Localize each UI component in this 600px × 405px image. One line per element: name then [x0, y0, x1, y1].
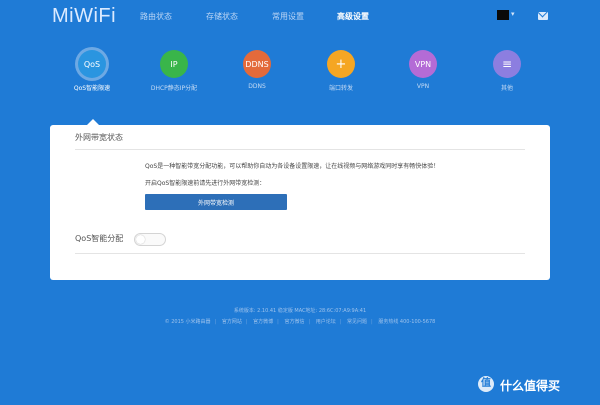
qos-icon: QoS — [78, 50, 106, 78]
tool-label: 其他 — [500, 85, 513, 92]
nav-tab-router-status[interactable]: 路由状态 — [140, 11, 172, 22]
nav-tab-advanced-settings[interactable]: 高级设置 — [337, 11, 369, 22]
toggle-knob — [136, 235, 145, 244]
qos-panel: 外网带宽状态 QoS是一种智能带宽分配功能，可以帮助你自动为各设备设置限速，让在… — [50, 125, 550, 280]
tool-vpn[interactable]: VPN VPN — [383, 50, 463, 96]
footer-link-wechat[interactable]: 官方微信 — [284, 319, 304, 325]
ddns-icon: DDNS — [243, 50, 271, 78]
tool-label: VPN — [416, 83, 430, 90]
port-forward-icon: + — [327, 50, 355, 78]
brand-logo[interactable]: MiWiFi — [52, 5, 116, 28]
qos-instruction: 开启QoS智能限速前请先进行外网带宽检测： — [145, 180, 266, 187]
qos-description: QoS是一种智能带宽分配功能，可以帮助你自动为各设备设置限速，让在线视频与网络游… — [145, 163, 440, 170]
tool-other[interactable]: ≡ 其他 — [467, 50, 547, 96]
tool-qos[interactable]: QoS QoS智能限速 — [52, 50, 132, 96]
ip-icon: IP — [160, 50, 188, 78]
bandwidth-test-button[interactable]: 外网带宽检测 — [145, 194, 287, 210]
service-hotline: 服务热线 400-100-5678 — [378, 319, 436, 325]
tool-label: DDNS — [248, 83, 266, 90]
tool-label: QoS智能限速 — [73, 85, 111, 92]
qos-toggle-label: QoS智能分配 — [75, 234, 124, 243]
watermark-text: 什么值得买 — [500, 379, 561, 393]
user-avatar[interactable] — [497, 10, 509, 20]
tool-port-forward[interactable]: + 端口转发 — [301, 50, 381, 96]
chevron-down-icon[interactable]: ▾ — [511, 10, 515, 18]
copyright: © 2015 小米路由器 — [164, 319, 211, 325]
divider — [75, 253, 525, 254]
footer-link-official-site[interactable]: 官方网站 — [222, 319, 242, 325]
qos-toggle[interactable] — [134, 233, 166, 246]
mail-icon[interactable] — [538, 12, 548, 20]
tool-dhcp-static-ip[interactable]: IP DHCP静态IP分配 — [134, 50, 214, 96]
tool-label: DHCP静态IP分配 — [150, 85, 198, 92]
footer-link-faq[interactable]: 常见问题 — [347, 319, 367, 325]
section-title: 外网带宽状态 — [75, 133, 123, 142]
footer-links: © 2015 小米路由器 | 官方网站 | 官方微博 | 官方微信 | 用户论坛 | 常见… — [164, 319, 436, 325]
footer-link-weibo[interactable]: 官方微博 — [253, 319, 273, 325]
top-bar: MiWiFi 路由状态 存储状态 常用设置 高级设置 ▾ — [0, 0, 600, 34]
nav-tab-common-settings[interactable]: 常用设置 — [272, 11, 304, 22]
footer-link-forum[interactable]: 用户论坛 — [316, 319, 336, 325]
nav-tab-storage-status[interactable]: 存储状态 — [206, 11, 238, 22]
tool-ddns[interactable]: DDNS DDNS — [217, 50, 297, 96]
watermark-icon: 值 — [478, 376, 494, 392]
tool-label: 端口转发 — [328, 85, 353, 92]
vpn-icon: VPN — [409, 50, 437, 78]
system-info: 系统版本: 2.10.41 稳定版 MAC地址: 28:6C:07:A9:9A:… — [233, 308, 367, 314]
divider — [75, 149, 525, 150]
menu-icon: ≡ — [493, 50, 521, 78]
